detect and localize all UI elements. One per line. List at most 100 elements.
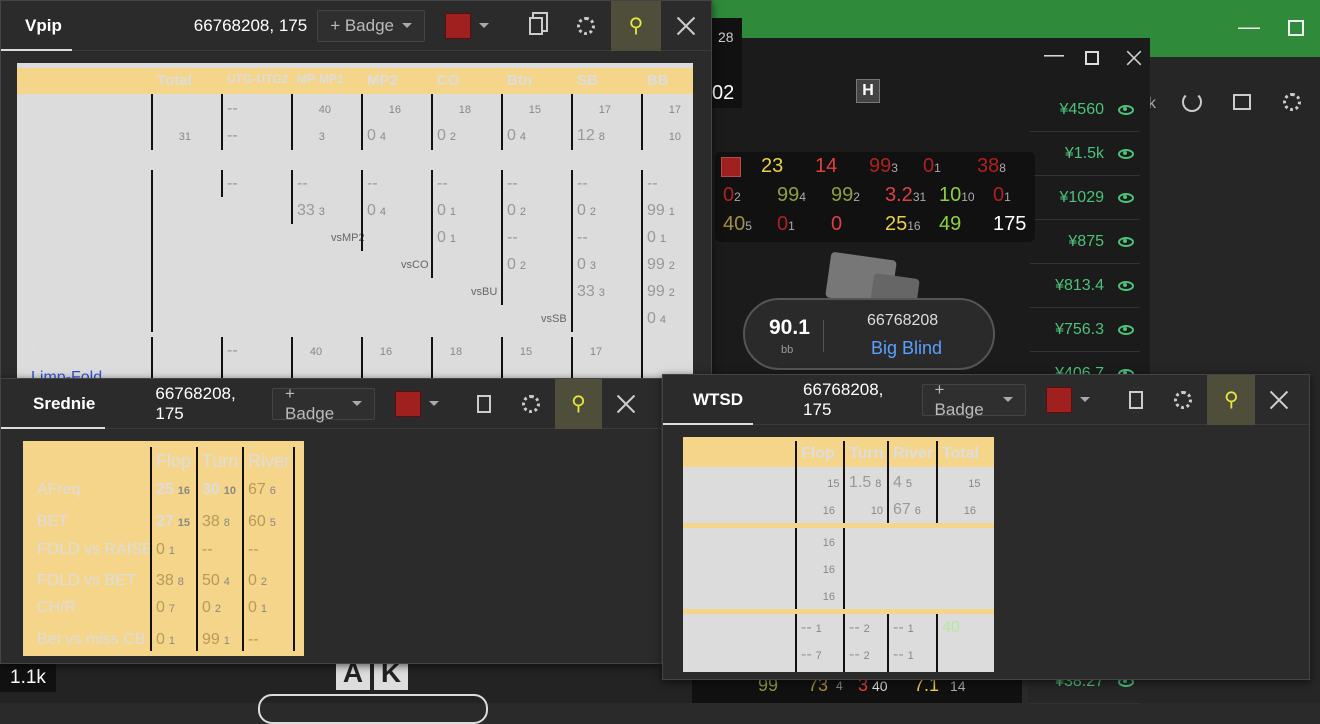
hud-stat: 01 — [771, 213, 825, 236]
sample-count: 17 — [589, 346, 603, 358]
hud-sample: 1 — [934, 161, 941, 175]
maximize-icon[interactable] — [1288, 20, 1304, 36]
srednie-popup[interactable]: Srednie 66768208, 175 + Badge ⚲ Flop Turn… — [0, 378, 662, 664]
column-divider — [431, 94, 433, 150]
sample-count: 10 — [668, 131, 682, 143]
chevron-down-icon — [402, 23, 412, 28]
sample-count: 2 — [519, 206, 527, 218]
lobby-row[interactable]: ¥756.3 — [1030, 308, 1140, 352]
lobby-row[interactable]: ¥1.5k — [1030, 132, 1140, 176]
color-selector[interactable] — [394, 390, 439, 417]
hud-sample: 5 — [745, 219, 752, 233]
copy-button[interactable] — [461, 379, 508, 429]
sample-count: 1 — [223, 635, 230, 647]
table-minimize-icon[interactable]: — — [1044, 44, 1064, 67]
close-button[interactable] — [602, 379, 649, 429]
popout-icon[interactable] — [1233, 94, 1251, 110]
sample-count: 6 — [269, 485, 276, 497]
stat-value: 33 — [577, 283, 595, 300]
wtsd-popup[interactable]: WTSD 66768208, 175 + Badge ⚲ Flop Turn Riv… — [662, 374, 1310, 680]
column-divider — [501, 94, 503, 150]
lobby-row[interactable]: ¥813.4 — [1030, 264, 1140, 308]
sample-count: 5 — [269, 517, 276, 529]
sample-count: 8 — [223, 517, 230, 529]
eye-icon[interactable] — [1118, 280, 1134, 291]
table-close-icon[interactable] — [1124, 48, 1144, 68]
eye-icon[interactable] — [1118, 236, 1134, 247]
row-label: Limp — [31, 342, 66, 359]
hud-stat: 3.231 — [879, 184, 933, 207]
column-divider — [221, 170, 223, 197]
popup-tab-srednie[interactable]: Srednie — [1, 379, 106, 429]
stat-value: -- — [248, 541, 259, 558]
stat-cell: 60 5 — [248, 513, 276, 531]
pin-button[interactable]: ⚲ — [1207, 374, 1256, 425]
hud-sample: 3 — [891, 161, 898, 175]
hud-stat: 14 — [809, 155, 863, 178]
settings-button[interactable] — [561, 1, 611, 51]
lobby-row[interactable]: ¥1029 — [1030, 176, 1140, 220]
refresh-icon[interactable] — [1182, 92, 1202, 112]
eye-icon[interactable] — [1118, 148, 1134, 159]
settings-button[interactable] — [1160, 375, 1208, 425]
copy-button[interactable] — [1112, 375, 1160, 425]
stat-value: vsBU — [471, 286, 498, 298]
stat-value: 99 — [647, 256, 665, 273]
sample-count: 8 — [177, 576, 184, 588]
stat-cell: -- — [367, 175, 378, 193]
stat-cell: 25 16 — [156, 481, 190, 499]
minimize-icon[interactable]: — — [1238, 14, 1260, 40]
player-seat[interactable]: 90.1 bb 66768208 Big Blind — [743, 298, 995, 370]
add-badge-label: + Badge — [330, 15, 394, 35]
stat-cell: 02 — [577, 202, 596, 220]
lobby-row[interactable]: ¥4560 — [1030, 88, 1140, 132]
sample-count: 1 — [668, 206, 675, 218]
stat-cell: 02 — [202, 599, 221, 617]
stat-value: 25 — [801, 533, 819, 550]
stat-cell: 33 3 — [297, 202, 325, 220]
stat-value: 50 — [647, 127, 665, 144]
stat-cell: 38 8 — [202, 513, 230, 531]
stat-value: 0 — [367, 342, 376, 359]
row-label: Bet vs miss CB — [37, 631, 146, 648]
pin-button[interactable]: ⚲ — [611, 0, 661, 51]
sample-count: 4 — [223, 576, 230, 588]
settings-gear-icon[interactable] — [1283, 93, 1301, 111]
pin-button[interactable]: ⚲ — [554, 378, 602, 429]
copy-button[interactable] — [511, 1, 561, 51]
sample-count: 8 — [875, 478, 882, 490]
row-label: CCvsMP2 — [31, 229, 104, 246]
row-label: CH/R — [37, 599, 77, 616]
column-divider — [221, 94, 223, 150]
stat-value: 0 — [507, 202, 516, 219]
eye-icon[interactable] — [1118, 324, 1134, 335]
hud-stat: 405 — [717, 213, 771, 236]
column-divider — [291, 170, 293, 224]
eye-icon[interactable] — [1118, 192, 1134, 203]
stat-cell: 23 31 — [157, 127, 191, 145]
lobby-row[interactable]: ¥875 — [1030, 220, 1140, 264]
add-badge-button[interactable]: + Badge — [317, 9, 425, 42]
color-selector[interactable] — [445, 12, 489, 39]
hud-row: 405 01 0 2516 49 175 — [717, 210, 1041, 239]
popup-tab-vpip[interactable]: Vpip — [1, 1, 72, 51]
stat-value: -- — [849, 619, 860, 636]
stat-cell: -- — [507, 175, 518, 193]
hud-stats-box: 23 14 993 01 388 02 994 992 3.231 1010 01 405 01 0 251… — [715, 152, 1035, 242]
eye-icon[interactable] — [1118, 104, 1134, 115]
row-label: W$SD C/R — [697, 646, 776, 663]
add-badge-button[interactable]: + Badge — [921, 380, 1026, 419]
add-badge-button[interactable]: + Badge — [272, 384, 375, 423]
stat-value: -- — [647, 175, 658, 192]
close-button[interactable] — [1255, 375, 1303, 425]
stat-cell: vsCO — [401, 259, 429, 271]
close-button[interactable] — [661, 1, 711, 51]
hud-stat: 01 — [917, 155, 971, 178]
hud-stat: 1010 — [933, 184, 987, 207]
vpip-popup[interactable]: Vpip 66768208, 175 + Badge ⚲ Total UTG-UT… — [0, 0, 712, 381]
sample-count: 8 — [598, 131, 605, 143]
settings-button[interactable] — [508, 379, 555, 429]
popup-tab-wtsd[interactable]: WTSD — [663, 375, 754, 425]
table-maximize-icon[interactable] — [1085, 51, 1099, 65]
color-selector[interactable] — [1045, 386, 1090, 413]
